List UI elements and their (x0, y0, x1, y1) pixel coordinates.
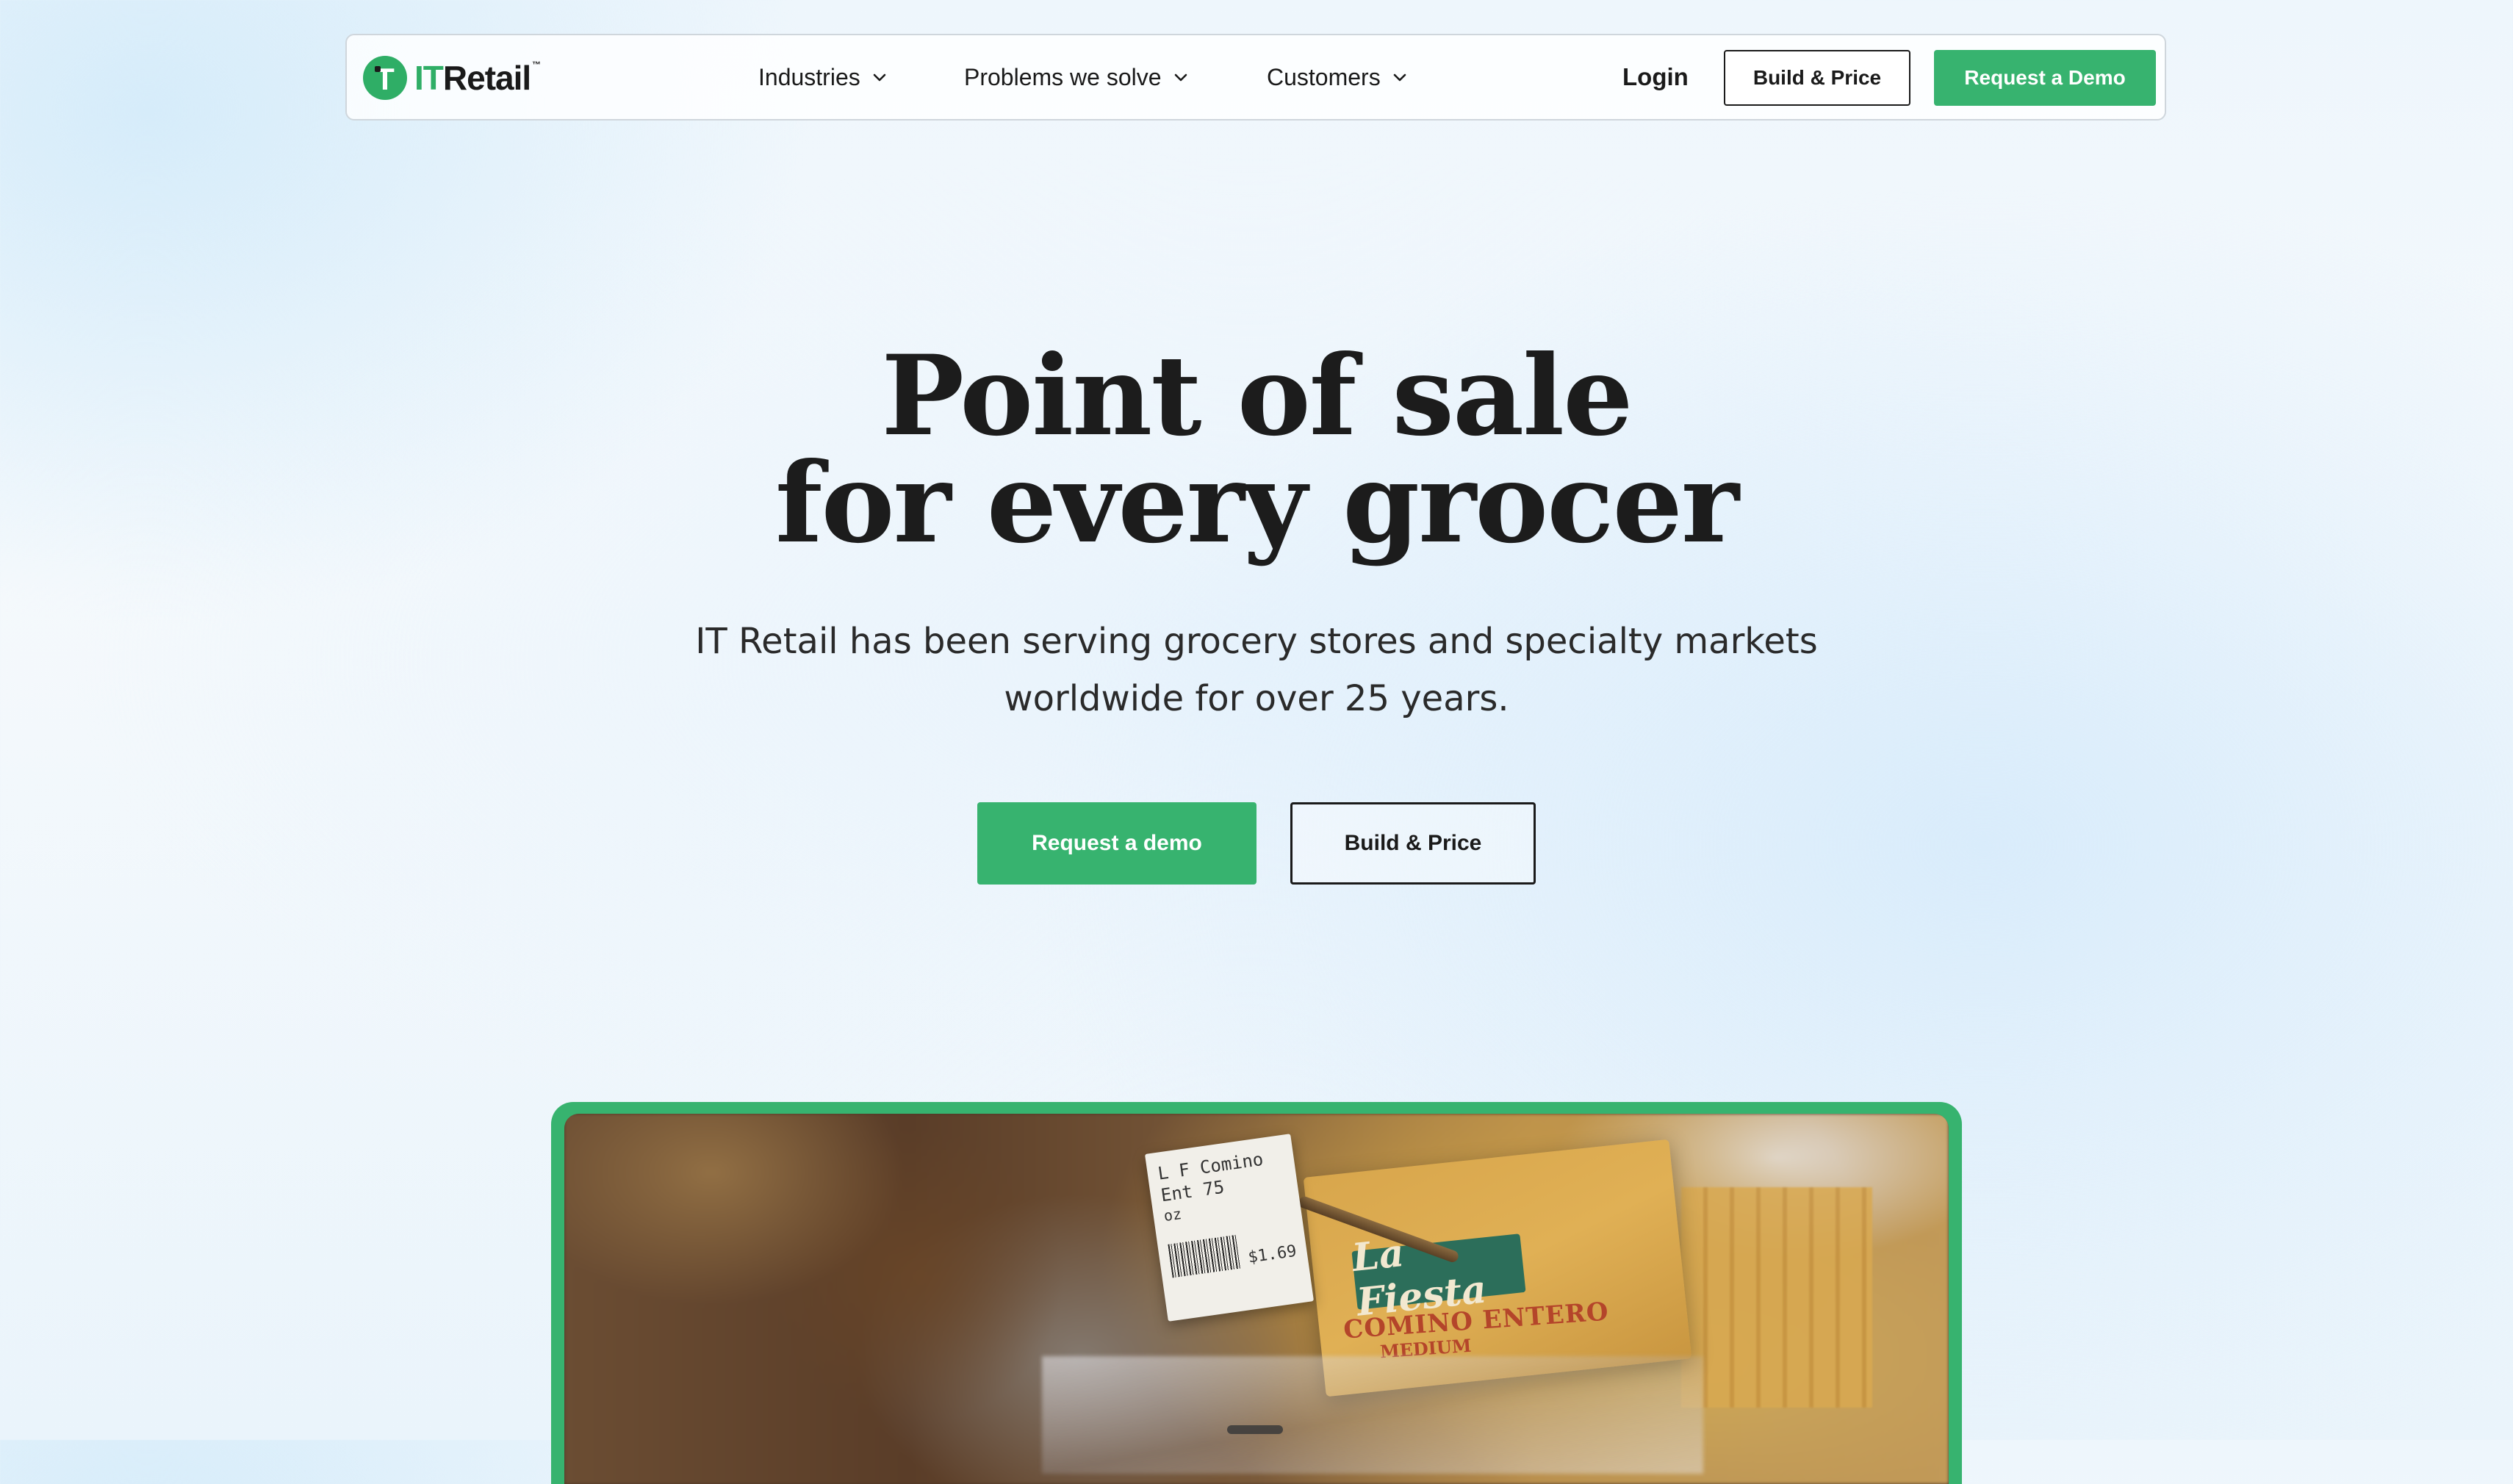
price-tag-price: $1.69 (1247, 1242, 1298, 1267)
plastic-wrap-foreground (1042, 1356, 1703, 1474)
nav-menu-label: Customers (1267, 63, 1381, 90)
nav-menu-label: Problems we solve (964, 63, 1162, 90)
nav-build-price-button[interactable]: Build & Price (1724, 50, 1910, 106)
logo-wordmark-prefix: IT (414, 59, 444, 97)
logo-mark-icon: T (363, 56, 407, 100)
hero-subtitle-line-1: IT Retail has been serving grocery store… (695, 621, 1818, 662)
hero-title-line-2: for every grocer (774, 439, 1739, 568)
top-navbar: T ITRetail ™ Industries Problems we solv… (345, 34, 2166, 120)
chevron-down-icon (1172, 68, 1190, 86)
logo-trademark: ™ (532, 60, 542, 70)
hero-subtitle: IT Retail has been serving grocery store… (0, 613, 2513, 727)
nav-menu-industries[interactable]: Industries (758, 35, 888, 119)
chevron-down-icon (1391, 68, 1409, 86)
login-link[interactable]: Login (1622, 35, 1689, 119)
nav-menu-customers[interactable]: Customers (1267, 35, 1409, 119)
logo-wordmark: ITRetail (414, 58, 531, 98)
hero-title-line-1: Point of sale (881, 331, 1633, 461)
nav-request-demo-button[interactable]: Request a Demo (1934, 50, 2156, 106)
logo-wordmark-suffix: Retail (442, 59, 531, 97)
hero-subtitle-line-2: worldwide for over 25 years. (1004, 678, 1509, 719)
barcode-icon (1168, 1234, 1241, 1278)
nav-menu-problems[interactable]: Problems we solve (964, 35, 1190, 119)
hero-title: Point of sale for every grocer (0, 331, 2513, 568)
logo-mark-dot (375, 66, 381, 72)
tablet-device-frame: La Fiesta COMINO ENTERO MEDIUM L F Comin… (551, 1102, 1962, 1484)
media-scroll-indicator[interactable] (1227, 1425, 1283, 1434)
price-tag-row: $1.69 (1168, 1227, 1298, 1278)
it-retail-logo[interactable]: T ITRetail ™ (363, 55, 541, 101)
nav-menu-label: Industries (758, 63, 860, 90)
spice-packets-stack (1681, 1187, 1872, 1408)
hero-build-price-button[interactable]: Build & Price (1290, 802, 1536, 885)
shelf-price-tag: L F Comino Ent 75 oz $1.69 (1144, 1134, 1315, 1322)
hero-media-image[interactable]: La Fiesta COMINO ENTERO MEDIUM L F Comin… (564, 1114, 1949, 1484)
chevron-down-icon (871, 68, 888, 86)
hero-request-demo-button[interactable]: Request a demo (977, 802, 1256, 885)
